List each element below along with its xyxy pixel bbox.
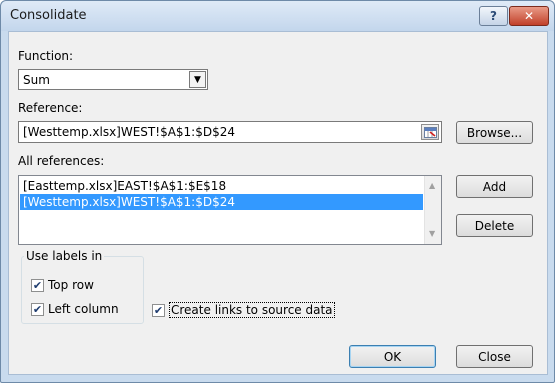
function-value: Sum	[23, 73, 50, 87]
top-row-checkbox[interactable]: ✔ Top row	[31, 278, 94, 292]
reference-label: Reference:	[18, 101, 83, 115]
help-button[interactable]: ?	[479, 6, 508, 26]
create-links-checkbox[interactable]: ✔ Create links to source data	[152, 302, 335, 318]
all-references-list[interactable]: [Easttemp.xlsx]EAST!$A$1:$E$18 [Westtemp…	[18, 175, 442, 245]
list-scrollbar[interactable]: ▲ ▼	[424, 176, 441, 244]
checkmark-icon[interactable]: ✔	[31, 302, 44, 316]
use-labels-group-title: Use labels in	[24, 249, 105, 263]
browse-button[interactable]: Browse...	[456, 121, 533, 144]
ok-button[interactable]: OK	[349, 345, 436, 368]
left-column-checkbox[interactable]: ✔ Left column	[31, 302, 119, 316]
close-window-button[interactable]: ✕	[509, 6, 549, 26]
add-button-label: Add	[482, 179, 507, 194]
delete-button[interactable]: Delete	[456, 214, 533, 237]
scroll-up-icon[interactable]: ▲	[429, 181, 435, 190]
collapse-dialog-button[interactable]	[421, 124, 439, 140]
left-column-label: Left column	[48, 302, 119, 316]
reference-field[interactable]	[18, 121, 442, 143]
function-select[interactable]: Sum ▼	[18, 69, 208, 90]
list-item-selected[interactable]: [Westtemp.xlsx]WEST!$A$1:$D$24	[20, 194, 423, 210]
chevron-down-icon[interactable]: ▼	[189, 71, 206, 88]
ok-button-label: OK	[383, 349, 402, 364]
scroll-down-icon[interactable]: ▼	[429, 229, 435, 238]
list-item[interactable]: [Easttemp.xlsx]EAST!$A$1:$E$18	[20, 178, 423, 194]
create-links-label: Create links to source data	[169, 302, 335, 318]
browse-button-label: Browse...	[466, 125, 523, 140]
close-button[interactable]: Close	[456, 345, 533, 368]
title-bar[interactable]: Consolidate ? ✕	[1, 1, 554, 31]
checkmark-icon[interactable]: ✔	[31, 278, 44, 292]
close-icon: ✕	[523, 9, 535, 23]
all-references-label: All references:	[18, 154, 105, 168]
delete-button-label: Delete	[474, 218, 515, 233]
question-mark-icon: ?	[490, 9, 497, 23]
function-label: Function:	[18, 49, 74, 63]
checkmark-icon[interactable]: ✔	[152, 303, 165, 317]
dialog-title: Consolidate	[10, 8, 87, 23]
dialog-body: Function: Sum ▼ Reference: Browse... A	[8, 31, 548, 375]
top-row-label: Top row	[48, 278, 94, 292]
range-select-icon	[423, 126, 437, 138]
close-button-label: Close	[478, 349, 511, 364]
consolidate-dialog: Consolidate ? ✕ Function: Sum ▼ Referenc…	[0, 0, 555, 383]
reference-input[interactable]	[19, 122, 414, 142]
add-button[interactable]: Add	[456, 175, 533, 198]
